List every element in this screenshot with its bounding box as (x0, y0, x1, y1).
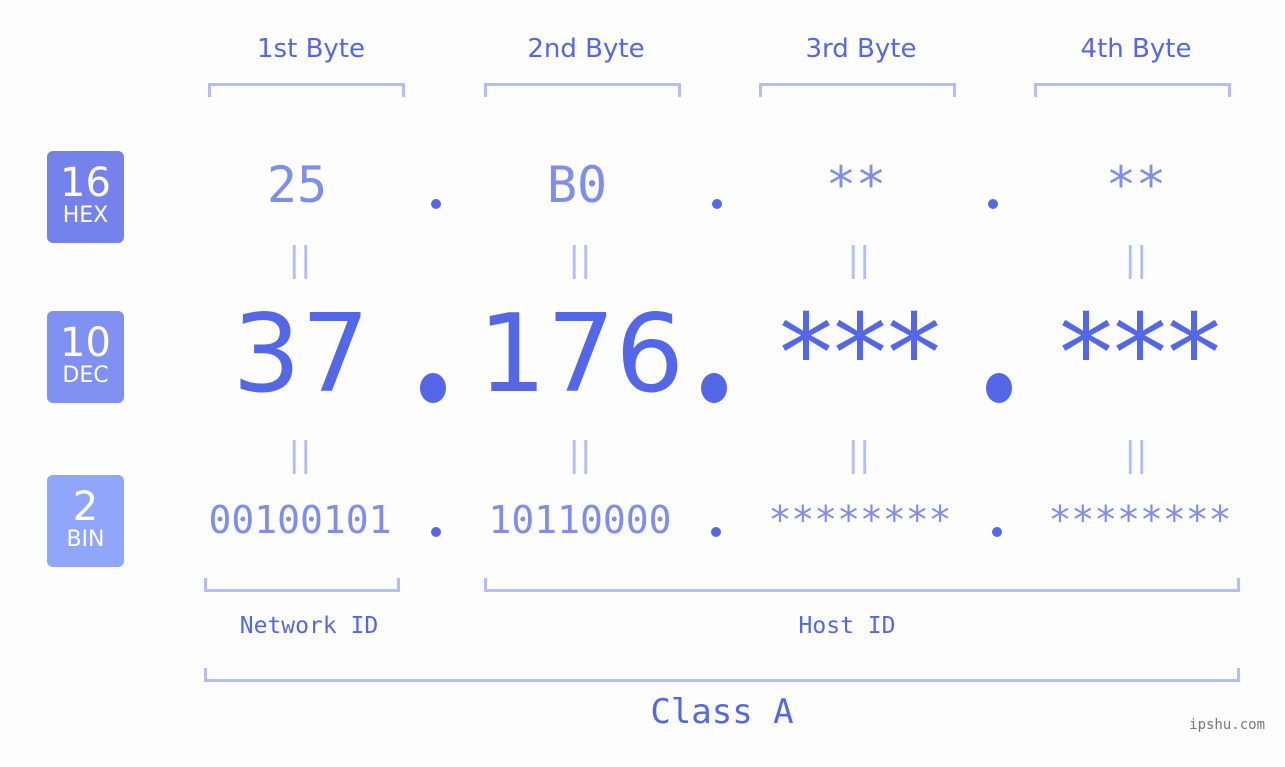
hex-dot-2 (712, 199, 722, 209)
hex-byte-4: ** (1105, 156, 1167, 214)
dec-badge: 10 DEC (47, 311, 124, 403)
bin-byte-4: ******** (1048, 498, 1232, 542)
hex-byte-1: 25 (266, 156, 328, 214)
equals-sign: || (568, 240, 592, 280)
hex-byte-2: B0 (546, 156, 608, 214)
byte-header-1: 1st Byte (257, 34, 365, 64)
bin-byte-3: ******** (768, 498, 952, 542)
hex-badge: 16 HEX (47, 151, 124, 243)
bin-badge: 2 BIN (47, 475, 124, 567)
bin-label: BIN (66, 527, 105, 552)
byte-bracket-2 (484, 83, 681, 97)
equals-sign: || (1124, 240, 1148, 280)
dec-label: DEC (62, 363, 109, 388)
host-id-bracket (484, 578, 1240, 592)
equals-sign: || (847, 240, 871, 280)
dec-byte-4: *** (1059, 292, 1221, 417)
bin-byte-1: 00100101 (208, 498, 392, 542)
byte-bracket-1 (208, 83, 405, 97)
class-bracket (204, 668, 1240, 682)
dec-dot-2 (701, 373, 727, 403)
bin-dot-2 (711, 527, 721, 537)
class-label: Class A (650, 692, 794, 732)
equals-sign: || (288, 240, 312, 280)
network-id-label: Network ID (239, 613, 379, 639)
byte-header-4: 4th Byte (1080, 34, 1192, 64)
dec-dot-3 (986, 373, 1012, 403)
equals-sign: || (847, 435, 871, 475)
byte-header-3: 3rd Byte (805, 34, 917, 64)
equals-sign: || (1124, 435, 1148, 475)
byte-bracket-4 (1034, 83, 1231, 97)
equals-sign: || (288, 435, 312, 475)
dec-base: 10 (60, 320, 111, 366)
byte-header-2: 2nd Byte (527, 34, 645, 64)
hex-dot-1 (431, 199, 441, 209)
hex-dot-3 (988, 199, 998, 209)
hex-byte-3: ** (825, 156, 887, 214)
equals-sign: || (568, 435, 592, 475)
bin-base: 2 (72, 484, 99, 530)
hex-label: HEX (62, 203, 109, 228)
dec-byte-3: *** (779, 292, 941, 417)
host-id-label: Host ID (798, 613, 896, 639)
dec-byte-2: 176 (477, 292, 685, 417)
bin-dot-3 (992, 527, 1002, 537)
byte-bracket-3 (759, 83, 956, 97)
dec-dot-1 (420, 373, 446, 403)
bin-byte-2: 10110000 (488, 498, 672, 542)
dec-byte-1: 37 (232, 292, 370, 417)
bin-dot-1 (431, 527, 441, 537)
network-id-bracket (204, 578, 400, 592)
hex-base: 16 (60, 160, 111, 206)
watermark: ipshu.com (1189, 717, 1265, 733)
